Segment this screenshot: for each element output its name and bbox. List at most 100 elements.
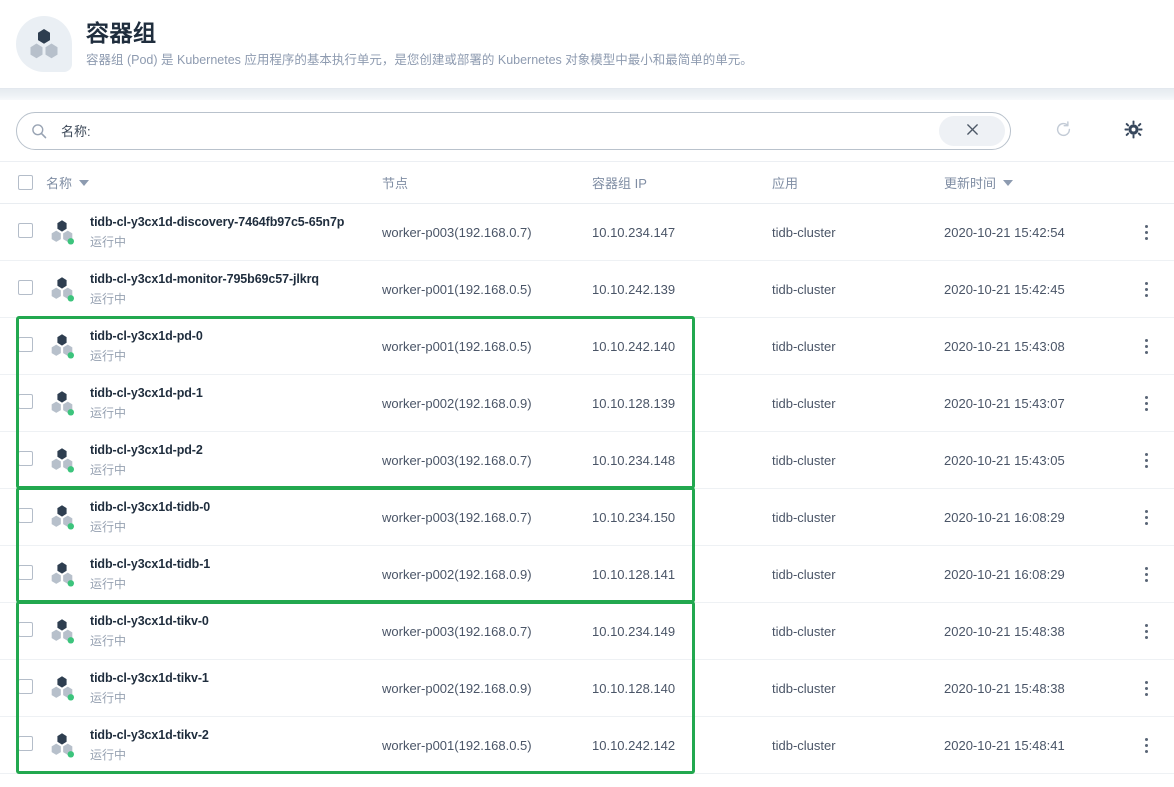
- pod-node: worker-p001(192.168.0.5): [382, 737, 532, 753]
- pod-ip: 10.10.234.148: [592, 452, 676, 468]
- row-more-menu-button[interactable]: [1135, 447, 1158, 474]
- pod-updated-time: 2020-10-21 15:48:41: [944, 737, 1065, 753]
- clear-search-button[interactable]: [939, 115, 1005, 146]
- table-row[interactable]: tidb-cl-y3cx1d-tikv-1 运行中 worker-p002(19…: [0, 660, 1174, 717]
- pod-name-cell: tidb-cl-y3cx1d-tikv-2 运行中: [46, 727, 382, 763]
- pod-node: worker-p003(192.168.0.7): [382, 623, 532, 639]
- row-actions-cell: [1119, 390, 1174, 417]
- pod-name[interactable]: tidb-cl-y3cx1d-tikv-2: [90, 727, 209, 744]
- row-checkbox[interactable]: [18, 451, 33, 466]
- pod-app[interactable]: tidb-cluster: [772, 567, 944, 582]
- pod-name[interactable]: tidb-cl-y3cx1d-tikv-0: [90, 613, 209, 630]
- column-header-node[interactable]: 节点: [382, 173, 592, 192]
- pod-node: worker-p001(192.168.0.5): [382, 281, 532, 297]
- row-actions-cell: [1119, 333, 1174, 360]
- row-checkbox[interactable]: [18, 394, 33, 409]
- pod-status-icon: [46, 272, 78, 306]
- pod-app[interactable]: tidb-cluster: [772, 225, 944, 240]
- pod-name-cell: tidb-cl-y3cx1d-discovery-7464fb97c5-65n7…: [46, 214, 382, 250]
- row-more-menu-button[interactable]: [1135, 333, 1158, 360]
- pod-name[interactable]: tidb-cl-y3cx1d-monitor-795b69c57-jlkrq: [90, 271, 319, 288]
- table-row[interactable]: tidb-cl-y3cx1d-tikv-2 运行中 worker-p001(19…: [0, 717, 1174, 774]
- row-checkbox[interactable]: [18, 337, 33, 352]
- table-row[interactable]: tidb-cl-y3cx1d-tikv-0 运行中 worker-p003(19…: [0, 603, 1174, 660]
- pod-app[interactable]: tidb-cluster: [772, 624, 944, 639]
- pod-status-label: 运行中: [90, 348, 127, 363]
- row-checkbox[interactable]: [18, 565, 33, 580]
- settings-button[interactable]: [1111, 109, 1155, 153]
- pod-node: worker-p002(192.168.0.9): [382, 680, 532, 696]
- table-row[interactable]: tidb-cl-y3cx1d-pd-1 运行中 worker-p002(192.…: [0, 375, 1174, 432]
- row-more-menu-button[interactable]: [1135, 561, 1158, 588]
- pod-name-cell: tidb-cl-y3cx1d-pd-1 运行中: [46, 385, 382, 421]
- row-more-menu-button[interactable]: [1135, 504, 1158, 531]
- pod-app[interactable]: tidb-cluster: [772, 282, 944, 297]
- pod-name[interactable]: tidb-cl-y3cx1d-pd-1: [90, 385, 203, 402]
- row-select-cell: [0, 280, 46, 298]
- column-header-ip[interactable]: 容器组 IP: [592, 173, 772, 192]
- row-actions-cell: [1119, 675, 1174, 702]
- pod-app[interactable]: tidb-cluster: [772, 453, 944, 468]
- pod-updated-time: 2020-10-21 16:08:29: [944, 566, 1065, 582]
- pod-status-icon: [46, 443, 78, 477]
- pod-name[interactable]: tidb-cl-y3cx1d-tikv-1: [90, 670, 209, 687]
- pod-name[interactable]: tidb-cl-y3cx1d-tidb-1: [90, 556, 210, 573]
- select-all-checkbox[interactable]: [18, 175, 33, 190]
- column-header-name[interactable]: 名称: [46, 173, 382, 192]
- chevron-down-icon: [79, 179, 90, 186]
- row-select-cell: [0, 394, 46, 412]
- row-select-cell: [0, 508, 46, 526]
- refresh-button[interactable]: [1041, 109, 1085, 153]
- row-more-menu-button[interactable]: [1135, 390, 1158, 417]
- pod-name[interactable]: tidb-cl-y3cx1d-tidb-0: [90, 499, 210, 516]
- pod-ip: 10.10.128.139: [592, 395, 676, 411]
- table-row[interactable]: tidb-cl-y3cx1d-tidb-1 运行中 worker-p002(19…: [0, 546, 1174, 603]
- table-row[interactable]: tidb-cl-y3cx1d-tidb-0 运行中 worker-p003(19…: [0, 489, 1174, 546]
- pod-status-label: 运行中: [90, 576, 127, 591]
- pod-updated-time: 2020-10-21 15:43:08: [944, 338, 1065, 354]
- pod-status-icon: [46, 557, 78, 591]
- row-checkbox[interactable]: [18, 508, 33, 523]
- pod-status-label: 运行中: [90, 291, 127, 306]
- pod-name-cell: tidb-cl-y3cx1d-tikv-0 运行中: [46, 613, 382, 649]
- pod-ip: 10.10.242.140: [592, 338, 676, 354]
- row-checkbox[interactable]: [18, 736, 33, 751]
- pod-status-icon: [46, 386, 78, 420]
- pod-node: worker-p003(192.168.0.7): [382, 224, 532, 240]
- row-more-menu-button[interactable]: [1135, 219, 1158, 246]
- table-row[interactable]: tidb-cl-y3cx1d-pd-0 运行中 worker-p001(192.…: [0, 318, 1174, 375]
- column-header-app-label: 应用: [772, 176, 799, 191]
- pod-node: worker-p001(192.168.0.5): [382, 338, 532, 354]
- row-more-menu-button[interactable]: [1135, 618, 1158, 645]
- table-row[interactable]: tidb-cl-y3cx1d-monitor-795b69c57-jlkrq 运…: [0, 261, 1174, 318]
- pod-app[interactable]: tidb-cluster: [772, 396, 944, 411]
- row-checkbox[interactable]: [18, 679, 33, 694]
- pod-app[interactable]: tidb-cluster: [772, 681, 944, 696]
- pod-name[interactable]: tidb-cl-y3cx1d-pd-2: [90, 442, 203, 459]
- row-more-menu-button[interactable]: [1135, 675, 1158, 702]
- select-all-cell: [0, 175, 46, 190]
- pod-status-icon: [46, 728, 78, 762]
- search-input[interactable]: [59, 122, 939, 139]
- pod-node: worker-p002(192.168.0.9): [382, 566, 532, 582]
- row-checkbox[interactable]: [18, 622, 33, 637]
- row-actions-cell: [1119, 447, 1174, 474]
- row-select-cell: [0, 565, 46, 583]
- row-more-menu-button[interactable]: [1135, 276, 1158, 303]
- row-checkbox[interactable]: [18, 223, 33, 238]
- column-header-updated[interactable]: 更新时间: [944, 173, 1119, 192]
- pod-status-icon: [46, 215, 78, 249]
- table-row[interactable]: tidb-cl-y3cx1d-pd-2 运行中 worker-p003(192.…: [0, 432, 1174, 489]
- pod-app[interactable]: tidb-cluster: [772, 510, 944, 525]
- pod-app[interactable]: tidb-cluster: [772, 339, 944, 354]
- table-row[interactable]: tidb-cl-y3cx1d-discovery-7464fb97c5-65n7…: [0, 204, 1174, 261]
- pod-app[interactable]: tidb-cluster: [772, 738, 944, 753]
- pods-table: 名称 节点 容器组 IP 应用 更新时间 tidb-cl-y3cx1d-disc…: [0, 162, 1174, 774]
- row-more-menu-button[interactable]: [1135, 732, 1158, 759]
- row-checkbox[interactable]: [18, 280, 33, 295]
- search-box[interactable]: [16, 111, 1011, 150]
- pod-name[interactable]: tidb-cl-y3cx1d-pd-0: [90, 328, 203, 345]
- column-header-app[interactable]: 应用: [772, 173, 944, 192]
- pod-name[interactable]: tidb-cl-y3cx1d-discovery-7464fb97c5-65n7…: [90, 214, 344, 231]
- pod-updated-time: 2020-10-21 16:08:29: [944, 509, 1065, 525]
